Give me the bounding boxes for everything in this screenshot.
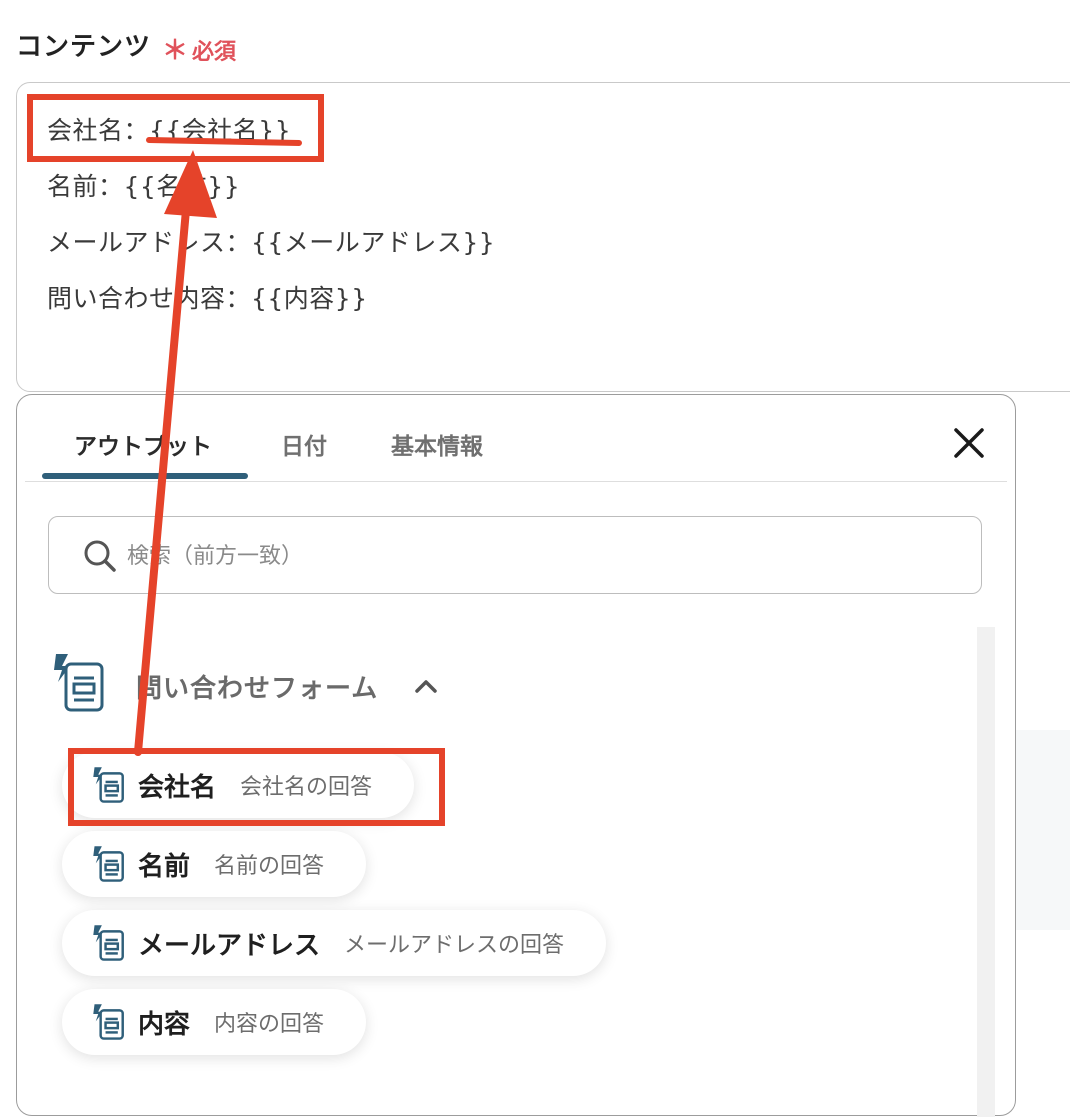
highlight-box-output-item — [68, 748, 445, 826]
chevron-up-icon[interactable] — [412, 672, 440, 700]
output-item-email[interactable]: メールアドレス メールアドレスの回答 — [62, 910, 607, 976]
output-item-desc: メールアドレスの回答 — [344, 933, 565, 958]
output-item-content[interactable]: 内容 内容の回答 — [62, 989, 367, 1055]
form-icon — [93, 1004, 124, 1040]
field-label: コンテンツ — [16, 32, 152, 62]
output-item-name: 内容 — [138, 1009, 191, 1040]
tab-divider — [25, 481, 1007, 482]
output-item-desc: 名前の回答 — [214, 854, 325, 879]
active-tab-indicator — [42, 473, 248, 479]
form-icon — [93, 846, 124, 882]
search-box — [48, 516, 982, 594]
tab-date[interactable]: 日付 — [281, 427, 327, 461]
required-badge: ＊必須 — [162, 30, 236, 67]
content-line-inquiry: 問い合わせ内容：{{内容}} — [47, 284, 368, 313]
form-icon — [54, 654, 104, 712]
output-item-name: 名前 — [138, 851, 191, 882]
output-item-name: メールアドレス — [138, 930, 321, 961]
tab-basic-info[interactable]: 基本情報 — [391, 427, 483, 461]
close-icon[interactable] — [951, 425, 987, 461]
tab-output[interactable]: アウトプット — [74, 427, 212, 461]
required-asterisk: ＊ — [162, 36, 189, 66]
scrollbar-track[interactable] — [977, 627, 995, 1117]
group-title[interactable]: 問い合わせフォーム — [136, 668, 378, 705]
search-icon — [84, 540, 116, 572]
search-input[interactable] — [125, 537, 949, 575]
content-line-email: メールアドレス：{{メールアドレス}} — [47, 228, 496, 257]
output-item-desc: 内容の回答 — [214, 1012, 325, 1037]
required-text: 必須 — [192, 40, 237, 65]
output-item-name-field[interactable]: 名前 名前の回答 — [62, 831, 367, 897]
highlight-box-variable — [27, 94, 324, 162]
background-panel-edge — [1016, 730, 1070, 930]
content-line-name: 名前：{{名前}} — [47, 172, 241, 201]
form-icon — [93, 925, 124, 961]
